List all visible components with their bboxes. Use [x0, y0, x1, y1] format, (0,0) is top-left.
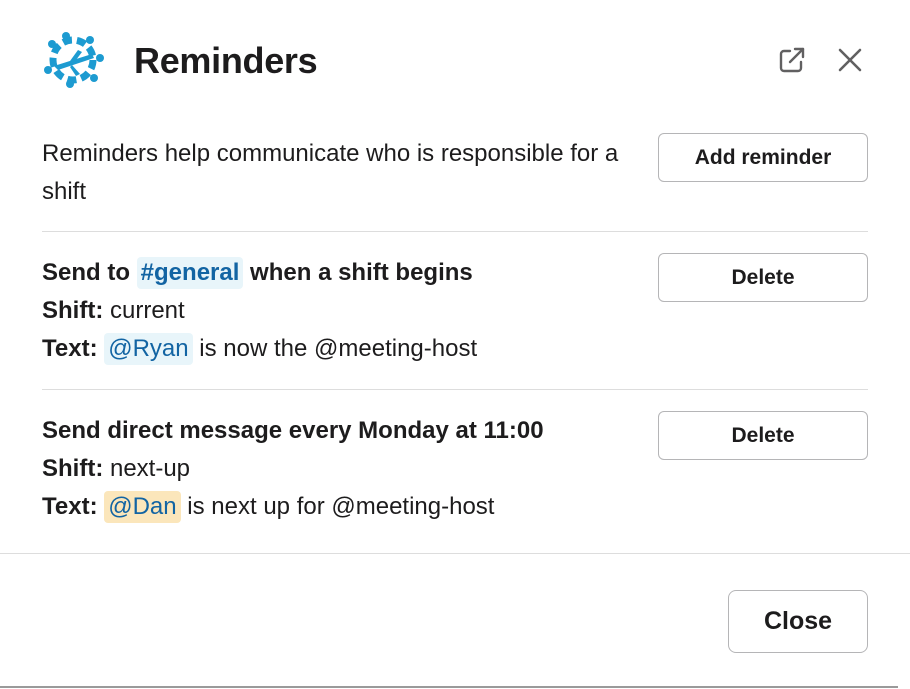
reminder-text: Text: @Ryan is now the @meeting-host	[42, 330, 642, 368]
user-mention[interactable]: @Ryan	[104, 333, 193, 365]
add-reminder-button[interactable]: Add reminder	[658, 133, 868, 182]
delete-reminder-button[interactable]: Delete	[658, 253, 868, 302]
reminders-modal: Reminders Reminders help communicate who…	[0, 0, 910, 689]
reminder-shift: Shift: current	[42, 292, 642, 330]
intro-text: Reminders help communicate who is respon…	[42, 140, 619, 205]
delete-reminder-button[interactable]: Delete	[658, 411, 868, 460]
divider	[42, 389, 868, 390]
shift-label: Shift:	[42, 455, 104, 482]
text-suffix: is next up for @meeting-host	[180, 493, 495, 520]
modal-header: Reminders	[0, 0, 910, 125]
shift-value: next-up	[103, 455, 191, 482]
shift-value: current	[103, 297, 185, 324]
user-mention[interactable]: @Dan	[104, 491, 181, 523]
window-bottom-edge	[0, 686, 898, 688]
reminder-heading: Send to #general when a shift begins	[42, 254, 642, 292]
close-button[interactable]: Close	[728, 590, 868, 653]
reminder-text: Text: @Dan is next up for @meeting-host	[42, 488, 642, 526]
modal-title: Reminders	[134, 40, 318, 81]
reminder-item: Send to #general when a shift begins Shi…	[42, 254, 642, 368]
close-icon	[838, 48, 862, 72]
text-label: Text:	[42, 335, 98, 362]
open-external-button[interactable]	[774, 42, 810, 78]
footer-divider	[0, 553, 910, 554]
shift-label: Shift:	[42, 297, 104, 324]
divider	[42, 231, 868, 232]
external-link-icon	[779, 47, 805, 73]
text-label: Text:	[42, 493, 98, 520]
channel-link[interactable]: #general	[136, 257, 244, 289]
reminder-item: Send direct message every Monday at 11:0…	[42, 412, 642, 526]
gear-airplane-icon	[40, 30, 106, 90]
heading-suffix: when a shift begins	[243, 259, 473, 286]
reminder-shift: Shift: next-up	[42, 450, 642, 488]
heading-prefix: Send to	[42, 259, 137, 286]
text-suffix: is now the @meeting-host	[192, 335, 478, 362]
reminder-heading: Send direct message every Monday at 11:0…	[42, 417, 544, 444]
close-x-button[interactable]	[832, 42, 868, 78]
